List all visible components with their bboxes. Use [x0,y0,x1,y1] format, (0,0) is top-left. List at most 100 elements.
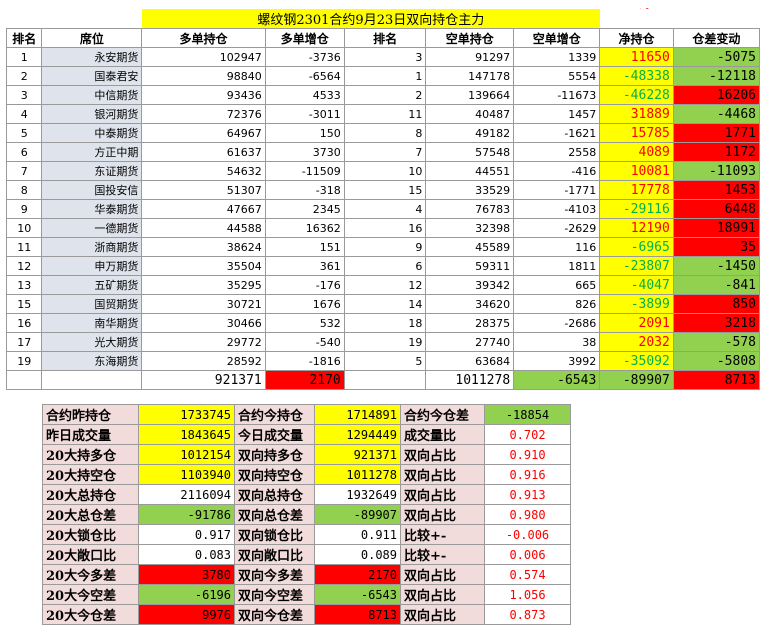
long-cell: 61637 [141,142,266,162]
long-cell: 72376 [141,104,266,124]
summary-label: 双向今仓差 [234,604,315,625]
summary-label: 20大持空仓 [42,464,139,485]
short-change-cell: 116 [513,237,601,257]
seat-cell: 银河期货 [41,104,143,124]
net-cell: 10081 [599,161,674,181]
summary-value: 0.980 [484,504,571,525]
short-cell: 63684 [425,351,515,371]
short-rank-cell: 9 [343,237,427,257]
summary-label: 双向敞口比 [234,544,315,565]
summary-value: 1.056 [484,584,571,605]
long-cell: 54632 [141,161,266,181]
long-cell: 28592 [141,351,266,371]
long-change-cell: 151 [264,237,345,257]
summary-label: 昨日成交量 [42,424,139,445]
seat-cell: 国贸期货 [41,294,143,314]
summary-value: 921371 [314,444,401,465]
net-cell: 2032 [599,332,674,352]
diff-cell: -5808 [672,351,760,371]
table-row: 5 中泰期货 64967 150 8 49182 -1621 15785 1771 [5,123,760,143]
short-cell: 91297 [425,47,515,67]
table-row: 12 申万期货 35504 361 6 59311 1811 -23807 -1450 [5,256,760,276]
net-cell: 4089 [599,142,674,162]
diff-cell: -11093 [672,161,760,181]
summary-label: 双向占比 [400,584,485,605]
short-cell: 139664 [425,85,515,105]
summary-value: 1103940 [138,464,235,485]
net-cell: 12190 [599,218,674,238]
seat-cell: 国投安信 [41,180,143,200]
short-change-cell: 665 [513,275,601,295]
header-rank: 排名 [5,28,43,48]
short-change-cell: -4103 [513,199,601,219]
short-rank-cell: 15 [343,180,427,200]
short-rank-cell: 5 [343,351,427,371]
short-change-cell: 2558 [513,142,601,162]
rank-cell: 4 [5,104,43,124]
rank-cell: 10 [5,218,43,238]
summary-value: 1733745 [138,404,235,425]
long-change-cell: 361 [264,256,345,276]
short-rank-cell: 11 [343,104,427,124]
diff-cell: 1172 [672,142,760,162]
summary-label: 合约今仓差 [400,404,485,425]
short-change-cell: 1811 [513,256,601,276]
long-cell: 29772 [141,332,266,352]
table-row: 4 银河期货 72376 -3011 11 40487 1457 31889 -4468 [5,104,760,124]
summary-label: 双向总持仓 [234,484,315,505]
short-cell: 147178 [425,66,515,86]
diff-cell: -841 [672,275,760,295]
summary-value: 0.574 [484,564,571,585]
long-change-cell: -3736 [264,47,345,67]
short-rank-cell: 14 [343,294,427,314]
total-net: -89907 [599,370,674,390]
long-cell: 30721 [141,294,266,314]
sheet-title: 螺纹钢2301合约9月23日双向持仓主力 [141,9,600,29]
summary-row: 20大总持仓 2116094 双向总持仓 1932649 双向占比 0.913 [42,484,571,505]
short-cell: 59311 [425,256,515,276]
summary-value: 1932649 [314,484,401,505]
long-cell: 47667 [141,199,266,219]
header-row: 排名 席位 多单持仓 多单增仓 排名 空单持仓 空单增仓 净持仓 仓差变动 [5,28,760,48]
summary-label: 20大敞口比 [42,544,139,565]
diff-cell: -4468 [672,104,760,124]
short-rank-cell: 10 [343,161,427,181]
summary-value: 0.911 [314,524,401,545]
summary-value: 1714891 [314,404,401,425]
table-row: 6 方正中期 61637 3730 7 57548 2558 4089 1172 [5,142,760,162]
long-cell: 98840 [141,66,266,86]
table-row: 13 五矿期货 35295 -176 12 39342 665 -4047 -841 [5,275,760,295]
summary-value: 1012154 [138,444,235,465]
summary-label: 双向占比 [400,444,485,465]
short-rank-cell: 7 [343,142,427,162]
short-cell: 27740 [425,332,515,352]
long-change-cell: -318 [264,180,345,200]
summary-label: 双向持多仓 [234,444,315,465]
long-cell: 102947 [141,47,266,67]
net-cell: -4047 [599,275,674,295]
short-cell: 45589 [425,237,515,257]
totals-row: 921371 2170 1011278 -6543 -89907 8713 [5,370,760,390]
short-change-cell: -1771 [513,180,601,200]
long-cell: 44588 [141,218,266,238]
summary-value: 0.083 [138,544,235,565]
summary-label: 20大总持仓 [42,484,139,505]
summary-value: 1011278 [314,464,401,485]
summary-row: 20大总仓差 -91786 双向总仓差 -89907 双向占比 0.980 [42,504,571,525]
net-cell: 31889 [599,104,674,124]
short-rank-cell: 1 [343,66,427,86]
rank-cell: 7 [5,161,43,181]
rank-cell: 1 [5,47,43,67]
table-row: 2 国泰君安 98840 -6564 1 147178 5554 -48338 -12118 [5,66,760,86]
summary-value: 0.913 [484,484,571,505]
summary-row: 20大持空仓 1103940 双向持空仓 1011278 双向占比 0.916 [42,464,571,485]
rank-cell: 19 [5,351,43,371]
long-cell: 38624 [141,237,266,257]
net-cell: 11650 [599,47,674,67]
table-row: 16 南华期货 30466 532 18 28375 -2686 2091 3218 [5,313,760,333]
rank-cell: 2 [5,66,43,86]
long-change-cell: -540 [264,332,345,352]
diff-cell: -1450 [672,256,760,276]
short-change-cell: 38 [513,332,601,352]
rank-cell: 5 [5,123,43,143]
